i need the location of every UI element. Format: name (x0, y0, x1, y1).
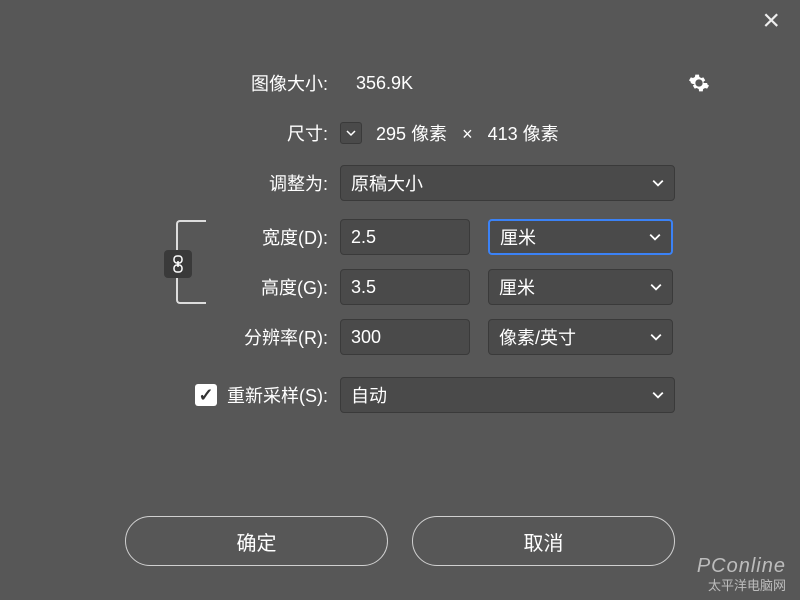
dimensions-text: 295 像素 × 413 像素 (376, 120, 559, 146)
image-size-value: 356.9K (356, 73, 413, 94)
resolution-label: 分辨率(R): (30, 324, 340, 350)
resolution-unit-select[interactable]: 像素/英寸 (488, 319, 673, 355)
height-input[interactable] (340, 269, 470, 305)
resample-method-select[interactable]: 自动 (340, 377, 675, 413)
image-size-label: 图像大小: (30, 70, 340, 96)
fit-to-label: 调整为: (30, 170, 340, 196)
resolution-input[interactable] (340, 319, 470, 355)
fit-to-select[interactable]: 原稿大小 (340, 165, 675, 201)
resample-checkbox[interactable]: ✓ (195, 384, 217, 406)
watermark: PConline 太平洋电脑网 (697, 554, 786, 594)
close-icon[interactable]: × (762, 4, 780, 38)
gear-icon[interactable] (688, 72, 710, 94)
chevron-down-icon (650, 331, 662, 343)
chevron-down-icon (652, 389, 664, 401)
ok-button[interactable]: 确定 (125, 516, 388, 566)
width-unit-select[interactable]: 厘米 (488, 219, 673, 255)
chevron-down-icon (649, 231, 661, 243)
height-unit-select[interactable]: 厘米 (488, 269, 673, 305)
cancel-button[interactable]: 取消 (412, 516, 675, 566)
dimensions-unit-toggle[interactable] (340, 122, 362, 144)
link-icon (164, 250, 192, 278)
width-input[interactable] (340, 219, 470, 255)
dimensions-label: 尺寸: (30, 120, 340, 146)
resample-label: 重新采样(S): (227, 382, 328, 408)
chevron-down-icon (650, 281, 662, 293)
aspect-lock[interactable] (170, 220, 214, 304)
chevron-down-icon (652, 177, 664, 189)
